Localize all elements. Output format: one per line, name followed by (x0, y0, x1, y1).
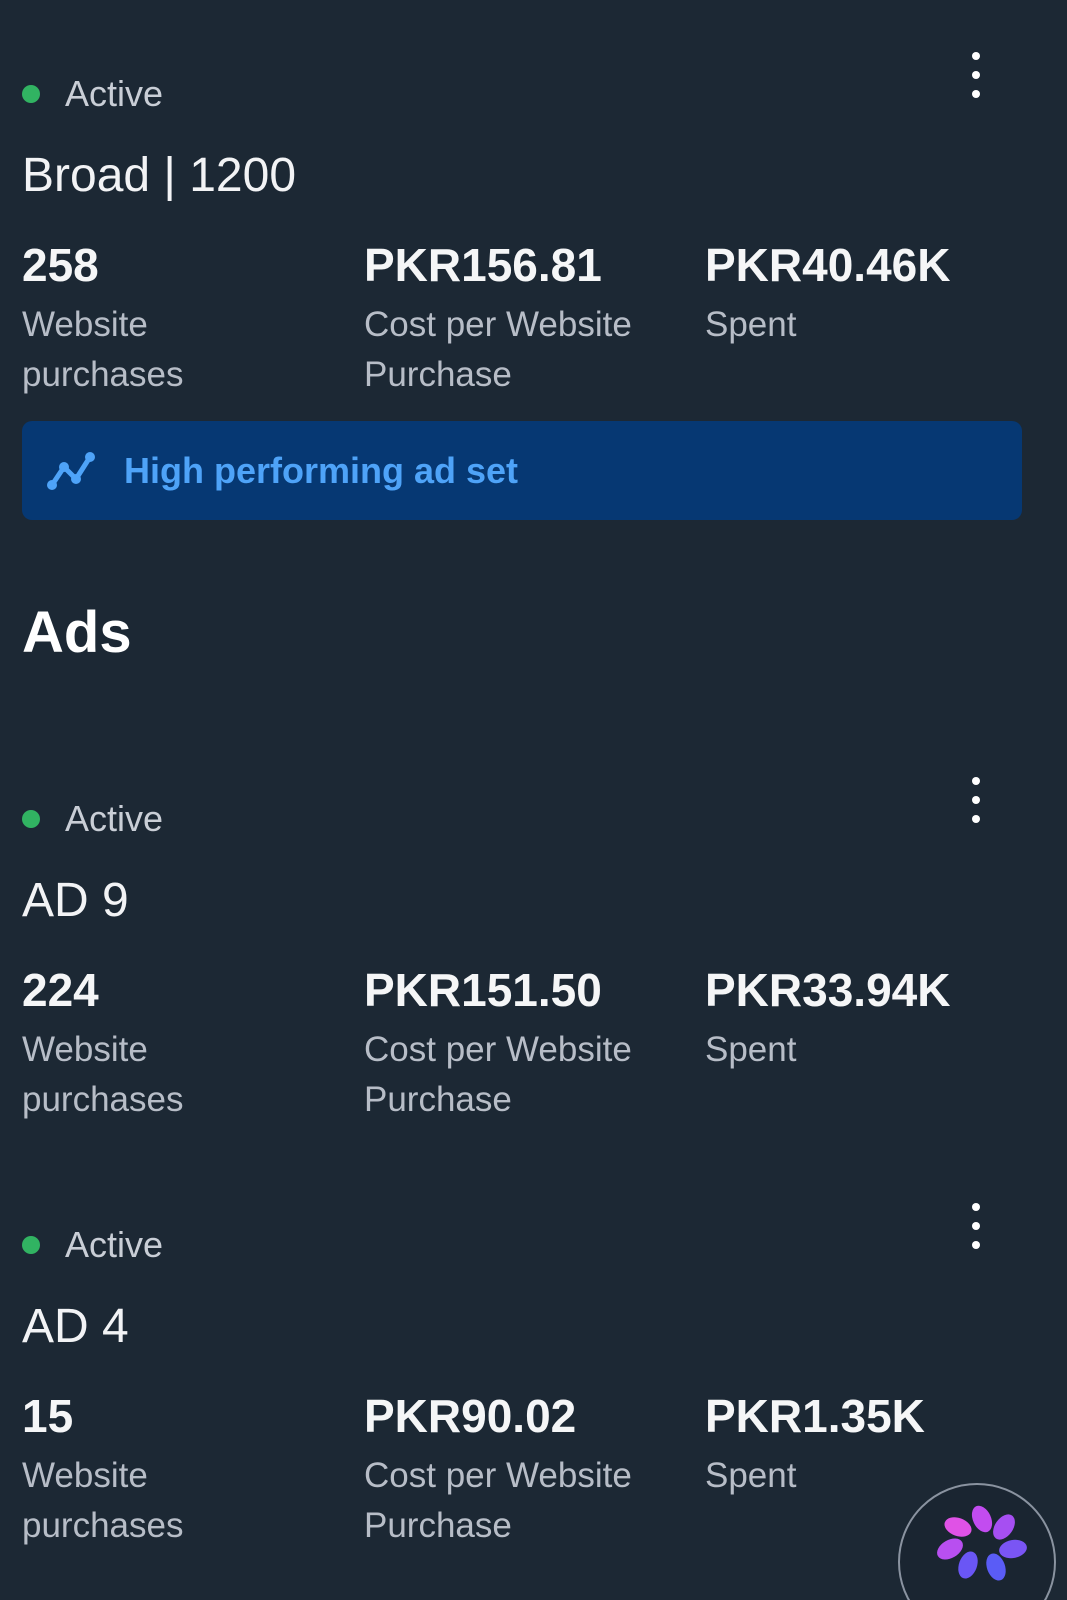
active-status-dot (22, 810, 40, 828)
metric-value: PKR90.02 (364, 1390, 577, 1442)
metric-label: Cost per Website Purchase (364, 1456, 632, 1545)
ad-name[interactable]: AD 4 (22, 1303, 129, 1351)
adset-metric-purchases: 258 Website purchases (22, 242, 262, 400)
ad-more-options-icon[interactable] (962, 1203, 990, 1249)
ads-manager-screen: Active Broad | 1200 258 Website purchase… (0, 0, 1067, 1600)
ad-metric-purchases: 224 Website purchases (22, 967, 262, 1125)
active-status-dot (22, 1236, 40, 1254)
metric-label: Cost per Website Purchase (364, 1030, 632, 1119)
metric-label: Cost per Website Purchase (364, 305, 632, 394)
adset-status-label: Active (65, 73, 164, 114)
high-performing-banner[interactable]: High performing ad set (22, 421, 1022, 520)
adset-more-options-icon[interactable] (962, 52, 990, 98)
adset-name[interactable]: Broad | 1200 (22, 152, 296, 200)
ad-status-label: Active (65, 798, 164, 839)
ad-metric-spent: PKR33.94K Spent (705, 967, 1005, 1075)
adset-metric-cost-per-purchase: PKR156.81 Cost per Website Purchase (364, 242, 684, 400)
assistant-button[interactable] (898, 1483, 1056, 1600)
ads-section-title: Ads (22, 600, 132, 665)
metric-value: 15 (22, 1390, 74, 1442)
adset-metric-spent: PKR40.46K Spent (705, 242, 1005, 350)
ad-metric-cost-per-purchase: PKR90.02 Cost per Website Purchase (364, 1393, 684, 1551)
assistant-sparkle-icon (937, 1505, 1027, 1581)
metric-value: 258 (22, 239, 99, 291)
ad-status-label: Active (65, 1224, 164, 1265)
metric-value: PKR1.35K (705, 1390, 925, 1442)
metric-value: 224 (22, 964, 99, 1016)
metric-label: Spent (705, 305, 797, 344)
ad-name[interactable]: AD 9 (22, 877, 129, 925)
adset-status: Active (22, 76, 163, 112)
metric-label: Spent (705, 1030, 797, 1069)
trend-line-icon (47, 451, 95, 490)
ad-metric-cost-per-purchase: PKR151.50 Cost per Website Purchase (364, 967, 684, 1125)
metric-value: PKR33.94K (705, 964, 951, 1016)
ad-more-options-icon[interactable] (962, 777, 990, 823)
banner-label: High performing ad set (124, 449, 519, 491)
metric-value: PKR156.81 (364, 239, 602, 291)
active-status-dot (22, 85, 40, 103)
metric-label: Website purchases (22, 305, 184, 394)
metric-value: PKR40.46K (705, 239, 951, 291)
metric-label: Website purchases (22, 1030, 184, 1119)
ad-status: Active (22, 1227, 163, 1263)
metric-value: PKR151.50 (364, 964, 602, 1016)
metric-label: Website purchases (22, 1456, 184, 1545)
ad-status: Active (22, 801, 163, 837)
ad-metric-purchases: 15 Website purchases (22, 1393, 262, 1551)
